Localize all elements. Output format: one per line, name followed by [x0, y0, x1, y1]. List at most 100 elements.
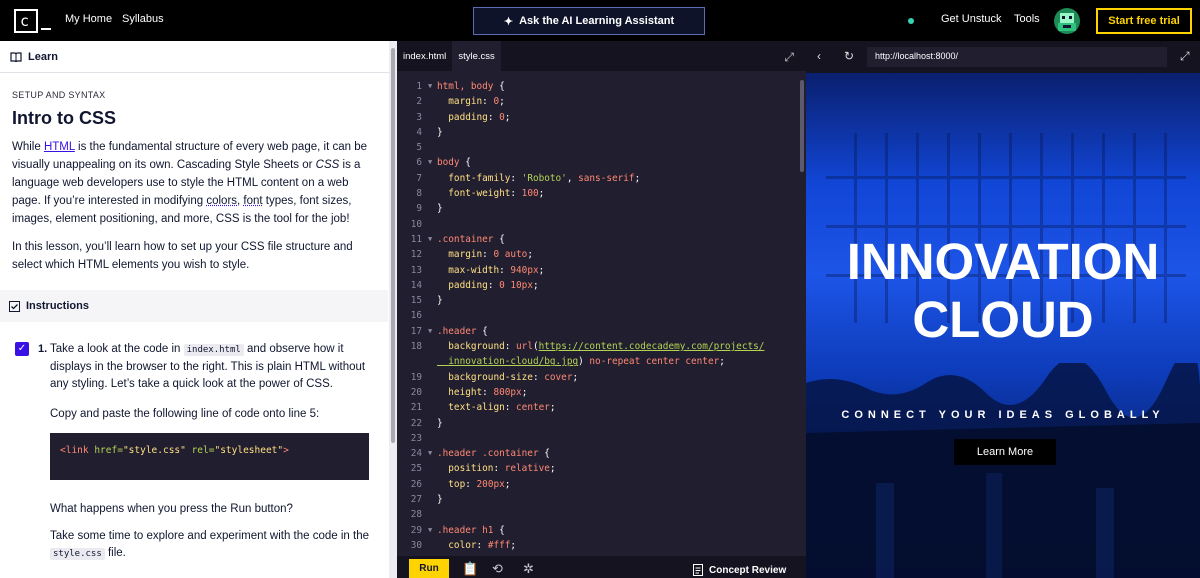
- url-bar[interactable]: http://localhost:8000/: [867, 47, 1167, 67]
- code-token: ;: [549, 463, 556, 475]
- code-line[interactable]: 24 ▼ .header .container {: [397, 446, 797, 461]
- tab-index-html[interactable]: index.html: [397, 41, 452, 71]
- intro-paragraph: While HTML is the fundamental structure …: [12, 138, 372, 228]
- code-line[interactable]: 18 background: url(https://content.codec…: [397, 339, 797, 354]
- line-number: 29: [410, 524, 422, 536]
- code-line[interactable]: 2 margin: 0;: [397, 94, 797, 109]
- learn-pane: Learn SETUP AND SYNTAX Intro to CSS Whil…: [0, 41, 397, 578]
- code-token: .header .container: [437, 448, 545, 460]
- reset-icon[interactable]: ⟲: [492, 561, 503, 577]
- avatar[interactable]: [1054, 8, 1080, 34]
- concept-review-button[interactable]: Concept Review: [692, 564, 786, 576]
- ai-assistant-button[interactable]: ✦ Ask the AI Learning Assistant: [473, 7, 705, 35]
- code-line[interactable]: 4}: [397, 125, 797, 140]
- inline-code: style.css: [50, 548, 105, 560]
- tools-button[interactable]: Tools: [1014, 13, 1040, 25]
- code-token: ;: [504, 478, 511, 490]
- run-button[interactable]: Run: [409, 559, 449, 578]
- fold-arrow-icon[interactable]: ▼: [428, 446, 432, 461]
- sparkle-icon: ✦: [503, 15, 514, 28]
- html-link[interactable]: HTML: [44, 141, 75, 153]
- code-line[interactable]: innovation-cloud/bg.jpg) no-repeat cente…: [397, 354, 797, 369]
- code-token: }: [437, 203, 443, 215]
- code-line[interactable]: 21 text-align: center;: [397, 400, 797, 415]
- nav-my-home[interactable]: My Home: [65, 13, 112, 25]
- code-line[interactable]: 27}: [397, 492, 797, 507]
- copy-icon[interactable]: 📋: [462, 561, 478, 577]
- code-line[interactable]: 12 margin: 0 auto;: [397, 247, 797, 262]
- codecademy-logo[interactable]: c: [14, 9, 38, 33]
- code-line[interactable]: 22}: [397, 416, 797, 431]
- code-line[interactable]: 17 ▼ .header {: [397, 324, 797, 339]
- hero-tagline: CONNECT YOUR IDEAS GLOBALLY: [841, 409, 1165, 421]
- code-line[interactable]: 3 padding: 0;: [397, 110, 797, 125]
- code-token: ,: [566, 172, 579, 184]
- code-token: height: [437, 386, 483, 398]
- code-token: }: [437, 126, 443, 138]
- code-line[interactable]: 13 max-width: 940px;: [397, 263, 797, 278]
- code-line[interactable]: 6 ▼ body {: [397, 155, 797, 170]
- tab-style-css[interactable]: style.css: [452, 41, 501, 71]
- code-line[interactable]: 20 height: 800px;: [397, 385, 797, 400]
- instructions-label: Instructions: [26, 300, 89, 312]
- step-number: 1.: [38, 343, 48, 355]
- code-line[interactable]: 28: [397, 507, 797, 522]
- learn-scrollbar-thumb[interactable]: [391, 48, 395, 443]
- fold-arrow-icon[interactable]: ▼: [428, 79, 432, 94]
- code-line[interactable]: 10: [397, 217, 797, 232]
- code-token: :: [504, 402, 517, 414]
- code-line[interactable]: 29 ▼ .header h1 {: [397, 523, 797, 538]
- expand-icon[interactable]: ⤢: [1180, 49, 1190, 64]
- get-unstuck-button[interactable]: Get Unstuck: [941, 13, 1002, 25]
- code-line[interactable]: 23: [397, 431, 797, 446]
- start-free-trial-button[interactable]: Start free trial: [1096, 8, 1192, 34]
- code-line[interactable]: 5: [397, 140, 797, 155]
- code-line[interactable]: 16: [397, 308, 797, 323]
- nav-syllabus[interactable]: Syllabus: [122, 13, 164, 25]
- code-editor[interactable]: index.html style.css ⤢ 1 ▼ html, body {2 m…: [397, 41, 806, 578]
- code-line[interactable]: 26 top: 200px;: [397, 477, 797, 492]
- refresh-icon[interactable]: ↻: [844, 49, 854, 63]
- code-token: {: [499, 233, 505, 245]
- code-token: .header h1: [437, 524, 500, 536]
- code-snippet[interactable]: <link href="style.css" rel="stylesheet">: [50, 433, 369, 480]
- code-lines[interactable]: 1 ▼ html, body {2 margin: 0; 3 padding: 0; 4…: [397, 79, 797, 553]
- code-line[interactable]: 11 ▼ .container {: [397, 232, 797, 247]
- code-token: ;: [719, 356, 725, 368]
- code-line[interactable]: 8 font-weight: 100;: [397, 186, 797, 201]
- editor-scrollbar-thumb[interactable]: [800, 80, 804, 172]
- code-line[interactable]: 1 ▼ html, body {: [397, 79, 797, 94]
- fold-arrow-icon[interactable]: ▼: [428, 155, 432, 170]
- code-line[interactable]: 14 padding: 0 10px;: [397, 278, 797, 293]
- code-line[interactable]: 15}: [397, 293, 797, 308]
- explore-part: file.: [104, 547, 126, 559]
- code-line[interactable]: 25 position: relative;: [397, 461, 797, 476]
- code-line[interactable]: 7 font-family: 'Roboto', sans-serif;: [397, 171, 797, 186]
- line-number: 15: [410, 295, 422, 307]
- code-token: background: [437, 341, 505, 353]
- colors-term[interactable]: colors: [206, 195, 237, 207]
- task-checkbox[interactable]: ✓: [15, 342, 29, 356]
- fold-arrow-icon[interactable]: ▼: [428, 523, 432, 538]
- learn-more-button[interactable]: Learn More: [954, 439, 1056, 465]
- snippet-value: "stylesheet": [214, 445, 284, 456]
- bug-icon[interactable]: ✲: [523, 561, 534, 577]
- code-token: sans-serif: [578, 172, 635, 184]
- code-token: position: [437, 463, 494, 475]
- code-content: max-width: 940px;: [437, 263, 544, 278]
- code-line[interactable]: 30 color: #fff;: [397, 538, 797, 553]
- back-icon[interactable]: ‹: [817, 49, 821, 63]
- checklist-icon: [9, 300, 20, 312]
- fold-arrow-icon[interactable]: ▼: [428, 232, 432, 247]
- fold-arrow-icon[interactable]: ▼: [428, 324, 432, 339]
- code-token: {: [544, 448, 550, 460]
- snippet-attr: href=: [94, 445, 123, 456]
- code-line[interactable]: 19 background-size: cover;: [397, 370, 797, 385]
- code-line[interactable]: 9}: [397, 201, 797, 216]
- line-number: 27: [410, 494, 422, 506]
- line-number: 26: [410, 478, 422, 490]
- expand-icon[interactable]: ⤢: [784, 50, 794, 65]
- lesson-title: Intro to CSS: [12, 108, 116, 128]
- code-content: height: 800px;: [437, 385, 527, 400]
- font-term[interactable]: font: [243, 195, 262, 207]
